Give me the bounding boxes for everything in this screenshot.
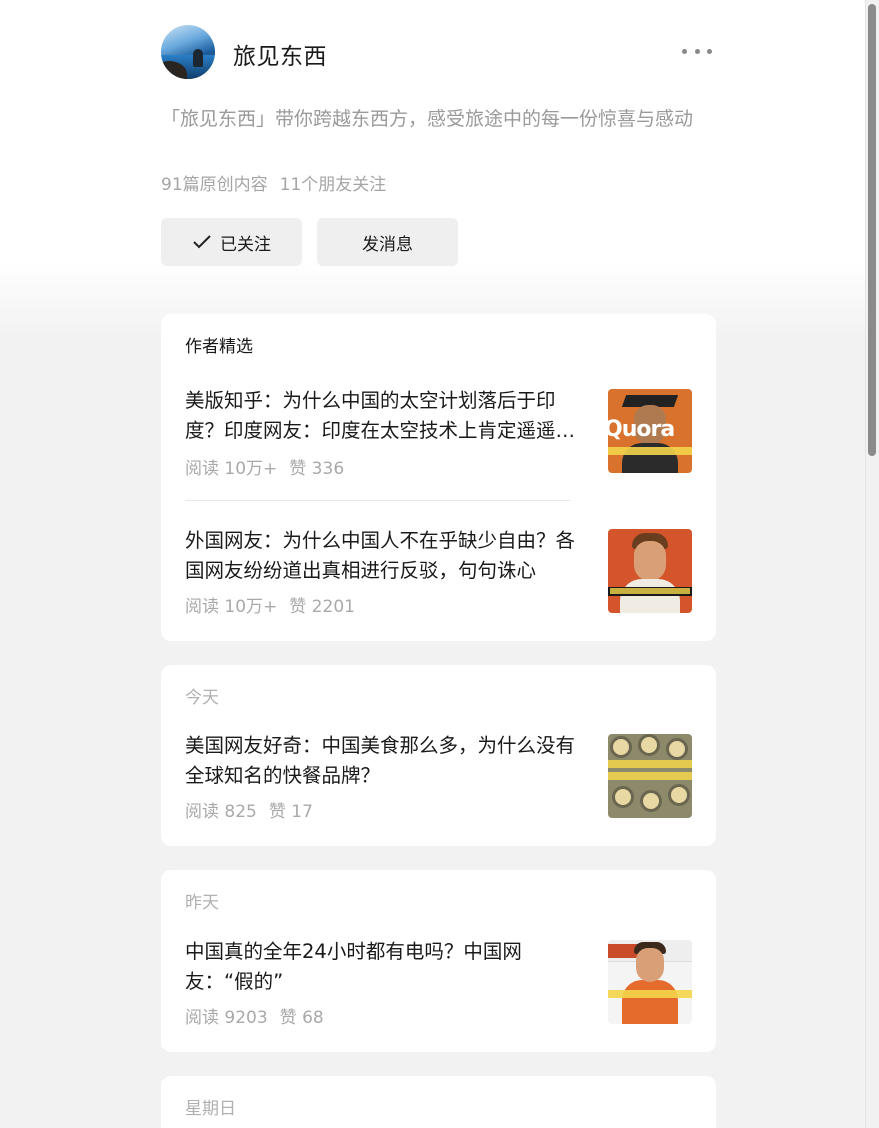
more-dots-icon[interactable]	[682, 39, 712, 63]
check-icon	[193, 235, 211, 249]
featured-article[interactable]: 美版知乎：为什么中国的太空计划落后于印度？印度网友：印度在太空技术上肯定遥遥领先…	[185, 386, 692, 479]
date-heading: 今天	[185, 688, 219, 708]
article-meta: 阅读 10万+ 赞 2201	[185, 592, 355, 617]
article-item[interactable]: 美国网友好奇：中国美食那么多，为什么没有全球知名的快餐品牌？ 阅读 825 赞 1…	[185, 731, 692, 822]
scrollbar-track[interactable]	[865, 0, 879, 1128]
send-message-button[interactable]: 发消息	[317, 218, 458, 266]
featured-heading: 作者精选	[185, 337, 253, 357]
scrollbar-thumb[interactable]	[868, 4, 876, 456]
article-title: 中国真的全年24小时都有电吗？中国网友：“假的”	[185, 940, 522, 993]
send-message-button-label: 发消息	[362, 234, 413, 255]
account-name: 旅见东西	[233, 44, 327, 70]
article-title: 美版知乎：为什么中国的太空计划落后于印度？印度网友：印度在太空技术上肯定遥遥领先	[185, 389, 576, 442]
following-button[interactable]: 已关注	[161, 218, 302, 266]
featured-card: 作者精选 美版知乎：为什么中国的太空计划落后于印度？印度网友：印度在太空技术上肯…	[161, 314, 716, 641]
read-count: 阅读 825	[185, 802, 257, 822]
article-thumbnail	[608, 734, 692, 818]
article-thumbnail	[608, 529, 692, 613]
like-count: 赞 336	[289, 459, 345, 479]
article-meta: 阅读 825 赞 17	[185, 797, 313, 822]
article-thumbnail	[608, 940, 692, 1024]
sunday-card: 星期日	[161, 1076, 716, 1128]
profile-header: 旅见东西	[161, 25, 716, 79]
today-card: 今天 美国网友好奇：中国美食那么多，为什么没有全球知名的快餐品牌？ 阅读 825…	[161, 665, 716, 846]
friends-following: 11个朋友关注	[279, 175, 387, 195]
read-count: 阅读 10万+	[185, 459, 278, 479]
date-heading: 昨天	[185, 893, 219, 913]
date-heading: 星期日	[185, 1099, 236, 1119]
read-count: 阅读 10万+	[185, 597, 278, 617]
read-count: 阅读 9203	[185, 1008, 268, 1028]
divider	[185, 500, 570, 501]
article-title: 外国网友：为什么中国人不在乎缺少自由？各国网友纷纷道出真相进行反驳，句句诛心	[185, 529, 576, 582]
like-count: 赞 2201	[289, 597, 355, 617]
article-thumbnail: Quora	[608, 389, 692, 473]
article-item[interactable]: 中国真的全年24小时都有电吗？中国网友：“假的” 阅读 9203 赞 68	[185, 937, 692, 1028]
yesterday-card: 昨天 中国真的全年24小时都有电吗？中国网友：“假的” 阅读 9203 赞 68	[161, 870, 716, 1052]
article-title: 美国网友好奇：中国美食那么多，为什么没有全球知名的快餐品牌？	[185, 734, 576, 787]
like-count: 赞 68	[279, 1008, 324, 1028]
like-count: 赞 17	[268, 802, 313, 822]
article-meta: 阅读 10万+ 赞 336	[185, 454, 344, 479]
avatar[interactable]	[161, 25, 215, 79]
original-count: 91篇原创内容	[161, 175, 268, 195]
account-stats: 91篇原创内容 11个朋友关注	[161, 170, 386, 195]
article-meta: 阅读 9203 赞 68	[185, 1003, 324, 1028]
account-bio: 「旅见东西」带你跨越东西方，感受旅途中的每一份惊喜与感动	[161, 108, 694, 130]
following-button-label: 已关注	[220, 234, 271, 255]
featured-article[interactable]: 外国网友：为什么中国人不在乎缺少自由？各国网友纷纷道出真相进行反驳，句句诛心 阅…	[185, 526, 692, 617]
